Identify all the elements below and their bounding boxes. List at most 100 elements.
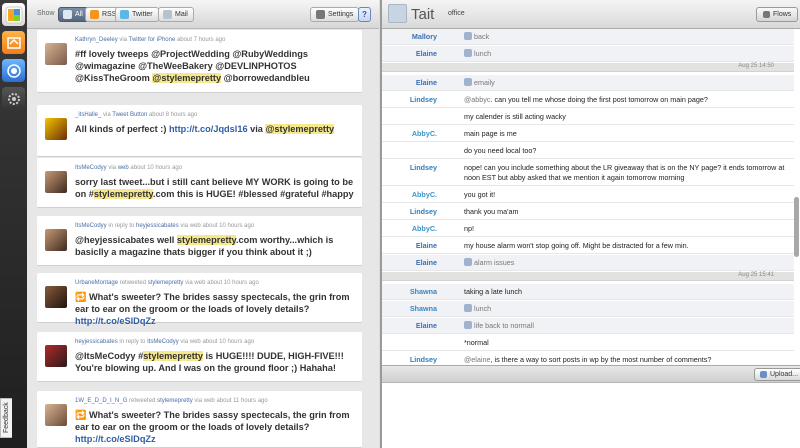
twitter-icon bbox=[120, 10, 129, 19]
tweet-link[interactable]: http://t.co/Jqdsl16 bbox=[169, 124, 248, 134]
social-stream-panel: Show All RSS Twitter Mail Settings ? Kat… bbox=[27, 0, 402, 448]
all-icon bbox=[63, 10, 72, 19]
mention[interactable]: @abbyc bbox=[464, 95, 490, 104]
message-body: back bbox=[474, 32, 490, 41]
message-body: emaily bbox=[474, 78, 495, 87]
avatar[interactable] bbox=[45, 171, 67, 193]
stream-item[interactable]: Kathryn_Deeley via Twitter for iPhone ab… bbox=[37, 30, 362, 93]
message-author[interactable]: AbbyC. bbox=[412, 129, 437, 138]
message-input[interactable] bbox=[382, 383, 800, 448]
item-meta: _itsHalle_ via Tweet Button about 8 hour… bbox=[75, 112, 198, 118]
item-text: All kinds of perfect :) http://t.co/Jqds… bbox=[75, 123, 357, 135]
user-avatar-icon[interactable] bbox=[388, 4, 407, 23]
stream-item[interactable]: heyjessicabates in reply to ItsMeCodyy v… bbox=[37, 332, 362, 382]
settings-button[interactable]: Settings bbox=[310, 7, 360, 22]
avatar[interactable] bbox=[45, 229, 67, 251]
message-author[interactable]: Shawna bbox=[410, 304, 437, 313]
item-meta: Kathryn_Deeley via Twitter for iPhone ab… bbox=[75, 37, 226, 43]
message-row[interactable]: Lindsey @abbyc. can you tell me whose doi… bbox=[382, 92, 794, 108]
message-body: you got it! bbox=[464, 190, 496, 199]
message-text: @elaine, is there a way to sort posts in… bbox=[464, 355, 789, 365]
flows-button[interactable]: Flows bbox=[756, 7, 799, 22]
message-author[interactable]: Lindsey bbox=[410, 207, 437, 216]
avatar[interactable] bbox=[45, 345, 67, 367]
item-meta: ItsMeCodyy via web about 10 hours ago bbox=[75, 165, 183, 171]
mention[interactable]: @elaine bbox=[464, 355, 490, 364]
message-text: alarm issues bbox=[464, 258, 789, 268]
message-author[interactable]: Elaine bbox=[416, 78, 437, 87]
message-row[interactable]: Lindsey thank you ma'am bbox=[382, 204, 794, 220]
message-body: taking a late lunch bbox=[464, 287, 522, 296]
tweet-text: 🔁 What's sweeter? The brides sassy spect… bbox=[75, 410, 350, 432]
item-text: 🔁 What's sweeter? The brides sassy spect… bbox=[75, 291, 357, 327]
status-row[interactable]: Elaine lunch bbox=[382, 46, 794, 62]
message-body: np! bbox=[464, 224, 474, 233]
stream-item[interactable]: ItsMeCodyy in reply to heyjessicabates v… bbox=[37, 216, 362, 266]
inbox-icon[interactable] bbox=[2, 31, 25, 54]
message-row[interactable]: *normal bbox=[382, 335, 794, 351]
status-person-icon bbox=[464, 32, 472, 40]
status-row[interactable]: Elaine emaily bbox=[382, 75, 794, 91]
chat-subtitle: office bbox=[448, 10, 465, 17]
chat-bubble-icon[interactable] bbox=[2, 59, 25, 82]
message-text: emaily bbox=[464, 78, 789, 88]
message-text: my calender is still acting wacky bbox=[464, 112, 789, 122]
message-row[interactable]: Elaine my house alarm won't stop going of… bbox=[382, 238, 794, 254]
message-author[interactable]: AbbyC. bbox=[412, 190, 437, 199]
avatar[interactable] bbox=[45, 43, 67, 65]
message-row[interactable]: Lindsey @elaine, is there a way to sort p… bbox=[382, 352, 794, 365]
status-person-icon bbox=[464, 304, 472, 312]
status-row[interactable]: Elaine alarm issues bbox=[382, 255, 794, 271]
message-text: do you need local too? bbox=[464, 146, 789, 156]
message-text: taking a late lunch bbox=[464, 287, 789, 297]
stream-item[interactable]: ItsMeCodyy via web about 10 hours ago so… bbox=[37, 158, 362, 208]
status-row[interactable]: Mallory back bbox=[382, 29, 794, 45]
tweet-link[interactable]: http://t.co/eSlDqZz bbox=[75, 316, 156, 326]
feedback-tab[interactable]: Feedback bbox=[0, 398, 12, 438]
message-author[interactable]: Shawna bbox=[410, 287, 437, 296]
message-row[interactable]: do you need local too? bbox=[382, 143, 794, 159]
avatar[interactable] bbox=[45, 286, 67, 308]
message-author[interactable]: Elaine bbox=[416, 241, 437, 250]
tweet-link[interactable]: http://t.co/eSlDqZz bbox=[75, 434, 156, 444]
message-author[interactable]: Mallory bbox=[412, 32, 437, 41]
stream-item[interactable]: UrbaneMontage retweeted stylemepretty vi… bbox=[37, 273, 362, 326]
message-author[interactable]: Elaine bbox=[416, 49, 437, 58]
filter-mail-button[interactable]: Mail bbox=[158, 7, 194, 22]
status-person-icon bbox=[464, 321, 472, 329]
message-author[interactable]: Lindsey bbox=[410, 95, 437, 104]
message-row[interactable]: Lindsey nope! can you include something a… bbox=[382, 160, 794, 186]
avatar[interactable] bbox=[45, 404, 67, 426]
message-text: nope! can you include something about th… bbox=[464, 163, 789, 183]
message-row[interactable]: AbbyC. main page is me bbox=[382, 126, 794, 142]
message-author[interactable]: Lindsey bbox=[410, 355, 437, 364]
message-row[interactable]: my calender is still acting wacky bbox=[382, 109, 794, 125]
message-author[interactable]: Elaine bbox=[416, 321, 437, 330]
message-body: thank you ma'am bbox=[464, 207, 519, 216]
message-text: back bbox=[464, 32, 789, 42]
settings-gear-icon[interactable] bbox=[2, 87, 25, 110]
flowdock-logo-icon[interactable] bbox=[2, 3, 25, 26]
mail-icon bbox=[163, 10, 172, 19]
chat-scrollbar[interactable] bbox=[794, 197, 799, 257]
stream-item[interactable]: 1W_E_D_D_I_N_G retweeted stylemepretty v… bbox=[37, 391, 362, 448]
show-label: Show bbox=[37, 10, 55, 17]
item-text: #ff lovely tweeps @ProjectWedding @RubyW… bbox=[75, 48, 357, 84]
avatar[interactable] bbox=[45, 118, 67, 140]
stream-item[interactable]: _itsHalle_ via Tweet Button about 8 hour… bbox=[37, 105, 362, 157]
filter-twitter-button[interactable]: Twitter bbox=[115, 7, 159, 22]
status-row[interactable]: Elaine life back to normall bbox=[382, 318, 794, 334]
message-author[interactable]: Lindsey bbox=[410, 163, 437, 172]
upload-button[interactable]: Upload... bbox=[754, 368, 800, 381]
message-row[interactable]: AbbyC. you got it! bbox=[382, 187, 794, 203]
status-row[interactable]: Shawna lunch bbox=[382, 301, 794, 317]
message-author[interactable]: AbbyC. bbox=[412, 224, 437, 233]
app-dock: Feedback bbox=[0, 0, 27, 448]
message-body: lunch bbox=[474, 304, 492, 313]
message-text: lunch bbox=[464, 49, 789, 59]
message-author[interactable]: Elaine bbox=[416, 258, 437, 267]
message-row[interactable]: Shawna taking a late lunch bbox=[382, 284, 794, 300]
message-row[interactable]: AbbyC. np! bbox=[382, 221, 794, 237]
help-button[interactable]: ? bbox=[358, 7, 371, 22]
item-text: @heyjessicabates well stylemepretty.com … bbox=[75, 234, 357, 258]
